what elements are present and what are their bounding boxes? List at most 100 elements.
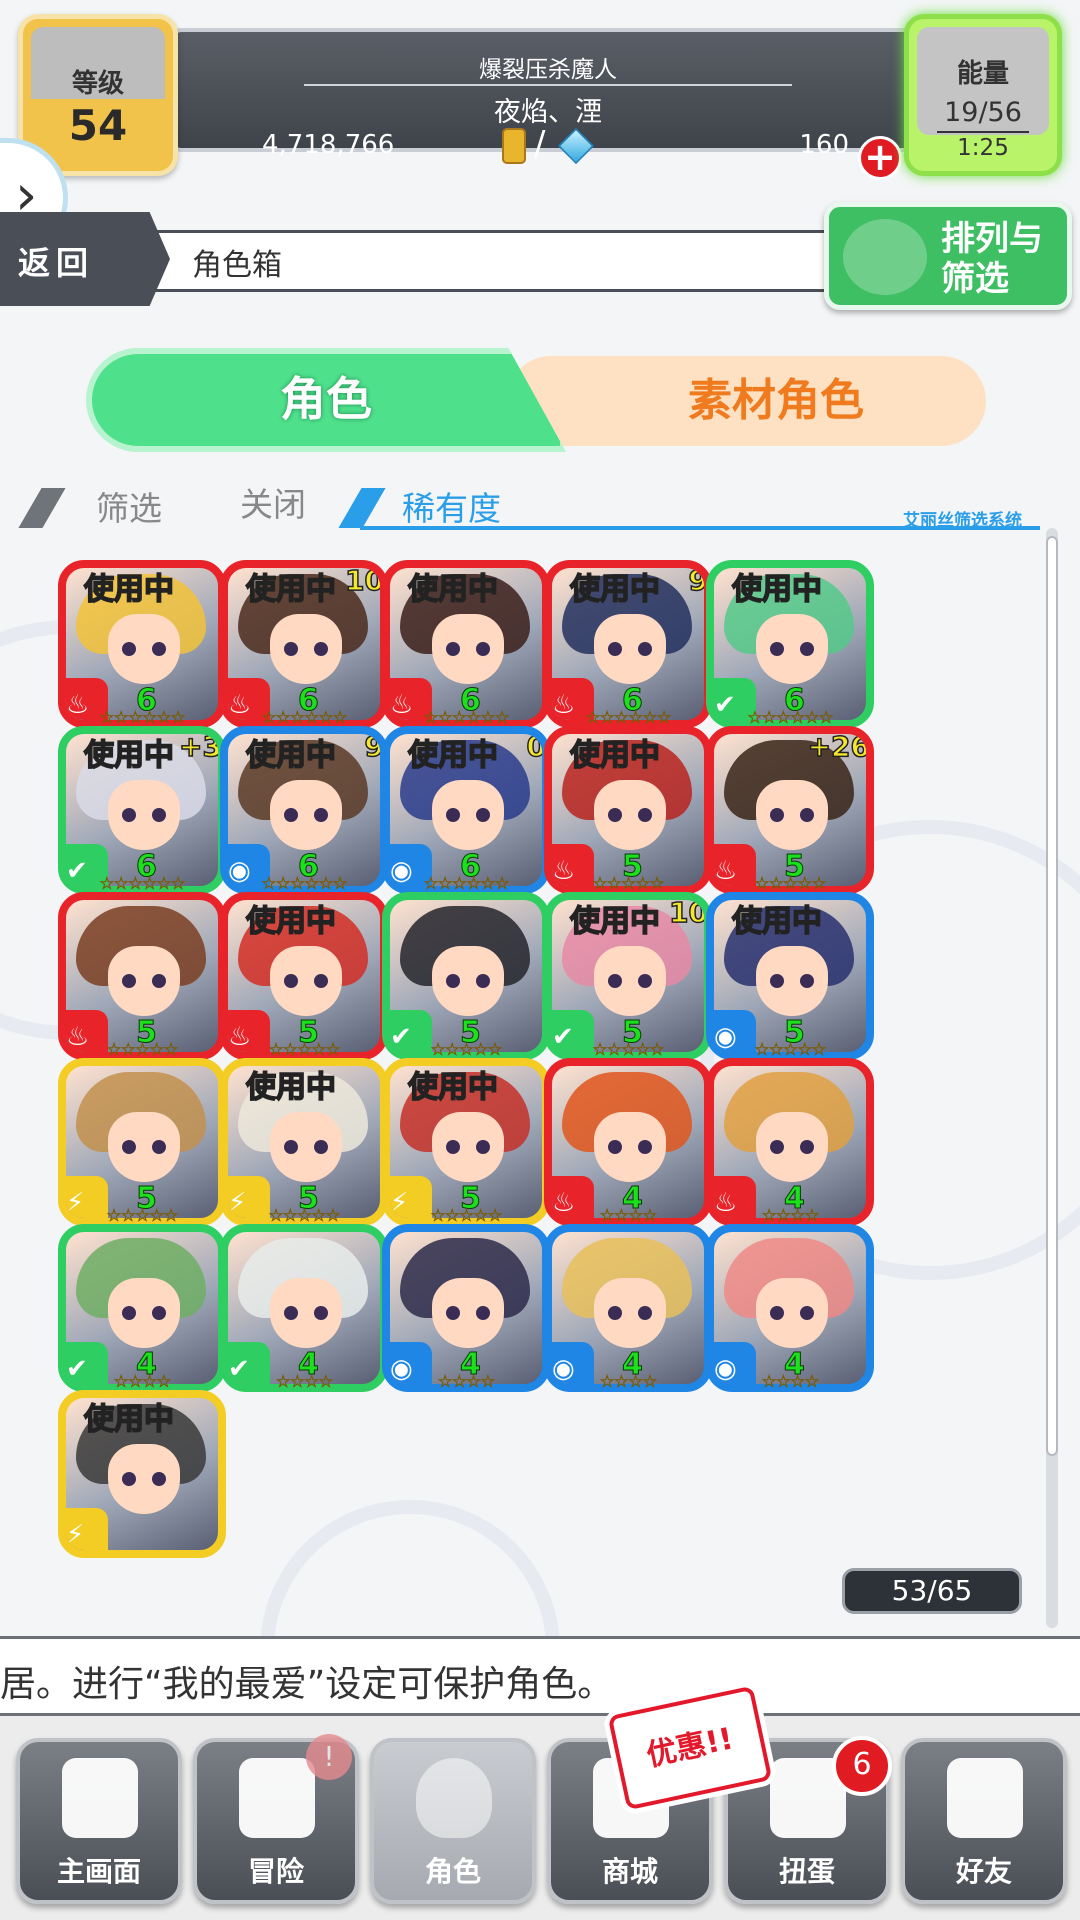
in-use-label: 使用中 xyxy=(407,737,499,774)
sort-filter-label: 排列与筛选 xyxy=(941,219,1043,299)
player-name: 夜焰、湮 xyxy=(494,97,602,128)
character-card[interactable]: ✔ 5 xyxy=(382,892,550,1060)
bottom-nav: 主画面 冒险 角色 商城 扭蛋 好友 xyxy=(0,1716,1080,1920)
filter-system-label: 艾丽丝筛选系统 xyxy=(903,511,1022,531)
character-face xyxy=(432,946,504,1016)
back-label: 返回 xyxy=(18,244,95,282)
nav-label: 扭蛋 xyxy=(778,1855,835,1888)
character-card[interactable]: ✔ 6 +3 使用中 xyxy=(58,726,226,894)
character-eye xyxy=(638,808,652,822)
rarity-stars: ☆☆☆☆☆☆ xyxy=(747,708,834,729)
character-eye xyxy=(152,642,166,656)
character-card[interactable]: ✔ 6 使用中 xyxy=(706,560,874,728)
tip-ticker: 居。进行“我的最爱”设定可保护角色。 xyxy=(0,1636,1080,1716)
rarity-stars: ☆☆☆☆☆ xyxy=(268,1206,341,1227)
energy-panel[interactable]: 能量 19/56 1:25 xyxy=(904,14,1062,176)
character-face xyxy=(594,1278,666,1348)
character-eye xyxy=(800,974,814,988)
character-card[interactable]: ◉ 6 0 使用中 xyxy=(382,726,550,894)
character-card[interactable]: ♨ 6 使用中 xyxy=(382,560,550,728)
character-eye xyxy=(284,1306,298,1320)
character-card[interactable]: ◉ 4 xyxy=(706,1224,874,1392)
character-card[interactable]: ⚡ 5 使用中 xyxy=(220,1058,388,1226)
in-use-label: 使用中 xyxy=(245,903,337,940)
nav-button-1[interactable]: 主画面 xyxy=(16,1738,182,1904)
character-card[interactable]: ◉ 6 9 使用中 xyxy=(220,726,388,894)
character-card[interactable]: ♨ 5 使用中 xyxy=(544,726,712,894)
gold-amount: 4,718,766 xyxy=(262,130,395,160)
character-card[interactable]: ◉ 4 xyxy=(544,1224,712,1392)
rarity-stars: ☆☆☆☆☆☆ xyxy=(423,708,510,729)
character-eye xyxy=(638,642,652,656)
filter-state[interactable]: 关闭 xyxy=(240,478,306,526)
nav-button-6[interactable]: 好友 xyxy=(901,1738,1067,1904)
rarity-stars: ☆☆☆☆☆ xyxy=(106,1206,179,1227)
character-face xyxy=(432,1278,504,1348)
character-eye xyxy=(476,808,490,822)
character-card[interactable]: ⚡ 5 xyxy=(58,1058,226,1226)
energy-timer: 1:25 xyxy=(957,135,1009,161)
rarity-stars: ☆☆☆☆ xyxy=(761,1206,820,1227)
character-card[interactable]: ✔ 4 xyxy=(220,1224,388,1392)
character-card[interactable]: ♨ 4 xyxy=(544,1058,712,1226)
character-face xyxy=(270,946,342,1016)
box-tabs: 素材角色 角色 xyxy=(86,348,1006,452)
character-card[interactable]: ♨ 4 xyxy=(706,1058,874,1226)
character-card[interactable]: ♨ 6 9 使用中 xyxy=(544,560,712,728)
rarity-stars: ☆☆☆☆☆ xyxy=(430,1206,503,1227)
character-card[interactable]: ◉ 5 使用中 xyxy=(706,892,874,1060)
character-card[interactable]: ◉ 4 xyxy=(382,1224,550,1392)
add-gems-button[interactable]: + xyxy=(858,136,902,180)
character-card[interactable]: ⚡ 使用中 xyxy=(58,1390,226,1558)
sort-key[interactable]: 稀有度 xyxy=(402,482,501,530)
character-card[interactable]: ♨ 6 使用中 xyxy=(58,560,226,728)
tab-characters[interactable]: 角色 xyxy=(86,348,566,452)
character-card[interactable]: ✔ 5 10 使用中 xyxy=(544,892,712,1060)
rarity-stars: ☆☆☆☆ xyxy=(437,1372,496,1393)
rarity-stars: ☆☆☆☆☆ xyxy=(106,1040,179,1061)
rarity-stars: ☆☆☆☆☆ xyxy=(754,1040,827,1061)
character-eye xyxy=(608,974,622,988)
friends-icon xyxy=(947,1758,1023,1838)
tab-material-characters[interactable]: 素材角色 xyxy=(506,356,986,446)
home-icon xyxy=(62,1758,138,1838)
scrollbar-thumb[interactable] xyxy=(1046,536,1058,1456)
character-face xyxy=(756,780,828,850)
in-use-label: 使用中 xyxy=(731,903,823,940)
sort-filter-button[interactable]: 排列与筛选 xyxy=(824,202,1072,310)
nav-label: 角色 xyxy=(424,1855,481,1888)
gacha-count-badge: 6 xyxy=(832,1736,892,1796)
rabbit-icon xyxy=(843,219,927,295)
rarity-stars: ☆☆☆☆☆☆ xyxy=(261,874,348,895)
character-eye xyxy=(122,1306,136,1320)
nav-button-3[interactable]: 角色 xyxy=(370,1738,536,1904)
character-eye xyxy=(152,1306,166,1320)
back-button[interactable]: 返回 xyxy=(0,212,170,306)
rarity-stars: ☆☆☆☆ xyxy=(275,1372,334,1393)
character-face xyxy=(108,1278,180,1348)
character-eye xyxy=(770,1140,784,1154)
gem-icon xyxy=(557,127,595,165)
character-eye xyxy=(446,974,460,988)
character-card[interactable]: ⚡ 5 使用中 xyxy=(382,1058,550,1226)
character-eye xyxy=(770,642,784,656)
character-card[interactable]: ♨ 5 xyxy=(58,892,226,1060)
level-label: 等级 xyxy=(71,69,124,99)
scrollbar[interactable] xyxy=(1046,528,1058,1628)
energy-divider xyxy=(937,131,1029,133)
filter-label[interactable]: 筛选 xyxy=(96,482,162,530)
character-card[interactable]: ✔ 4 xyxy=(58,1224,226,1392)
in-use-label: 使用中 xyxy=(569,571,661,608)
rarity-stars: ☆☆☆☆☆☆ xyxy=(99,708,186,729)
character-face xyxy=(594,614,666,684)
character-card[interactable]: ♨ 5 +26 xyxy=(706,726,874,894)
player-title: 爆裂压杀魔人 xyxy=(479,57,617,83)
character-face xyxy=(108,614,180,684)
character-card[interactable]: ♨ 6 10 使用中 xyxy=(220,560,388,728)
in-use-label: 使用中 xyxy=(407,1069,499,1106)
character-eye xyxy=(638,1306,652,1320)
character-card[interactable]: ♨ 5 使用中 xyxy=(220,892,388,1060)
character-eye xyxy=(314,808,328,822)
luck-label: 10 xyxy=(344,564,384,598)
character-eye xyxy=(476,642,490,656)
